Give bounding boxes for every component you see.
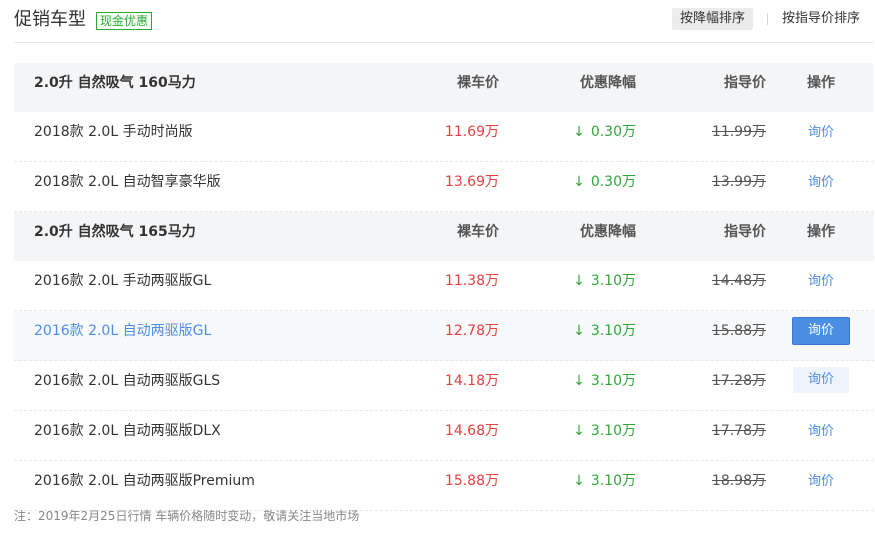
cash-discount-badge: 现金优惠 [96, 12, 153, 30]
discount-value: 3.10万 [590, 273, 636, 289]
sort-by-drop-button[interactable]: 按降幅排序 [672, 8, 754, 30]
column-header-drop: 优惠降幅 [580, 75, 636, 91]
discount-value: 0.30万 [590, 174, 636, 190]
price-disclaimer: 注：2019年2月25日行情 车辆价格随时变动，敬请关注当地市场 [14, 509, 360, 523]
table-row: 2016款 2.0L 自动两驱版Premium 15.88万 ↓ 3.10万 18… [14, 461, 874, 511]
table-row: 2016款 2.0L 手动两驱版GL 11.38万 ↓ 3.10万 14.48万 … [14, 261, 874, 311]
trim-name[interactable]: 2016款 2.0L 手动两驱版GL [34, 261, 211, 310]
inquiry-button[interactable]: 询价 [793, 367, 849, 393]
panel-title: 促销车型 [14, 9, 86, 30]
action-cell: 询价 [792, 361, 850, 410]
action-cell: 询价 [792, 411, 850, 460]
sort-by-guide-price-button[interactable]: 按指导价排序 [774, 8, 868, 30]
sale-price: 14.68万 [444, 423, 499, 439]
discount-value: 3.10万 [590, 373, 636, 389]
column-header-op: 操作 [807, 75, 835, 91]
arrow-down-icon: ↓ [573, 124, 585, 140]
guide-price: 17.78万 [711, 423, 766, 439]
trim-name[interactable]: 2016款 2.0L 自动两驱版GL [34, 311, 211, 360]
inquiry-link[interactable]: 询价 [808, 163, 834, 203]
column-header-guide: 指导价 [724, 75, 766, 91]
inquiry-link[interactable]: 询价 [808, 462, 834, 502]
discount-value: 3.10万 [590, 323, 636, 339]
sale-price: 12.78万 [444, 323, 499, 339]
table-row: 2016款 2.0L 自动两驱版GLS 14.18万 ↓ 3.10万 17.28万… [14, 361, 874, 411]
column-header-op: 操作 [807, 224, 835, 240]
discount-amount: ↓ 3.10万 [573, 261, 636, 310]
discount-value: 0.30万 [590, 124, 636, 140]
column-header-price: 裸车价 [457, 224, 499, 240]
guide-price: 17.28万 [711, 373, 766, 389]
arrow-down-icon: ↓ [573, 473, 585, 489]
sale-price: 13.69万 [444, 174, 499, 190]
arrow-down-icon: ↓ [573, 373, 585, 389]
guide-price: 13.99万 [711, 174, 766, 190]
sale-price: 11.69万 [444, 124, 499, 140]
guide-price: 18.98万 [711, 473, 766, 489]
trim-name[interactable]: 2018款 2.0L 手动时尚版 [34, 112, 193, 161]
discount-amount: ↓ 3.10万 [573, 461, 636, 510]
discount-amount: ↓ 3.10万 [573, 411, 636, 460]
sale-price: 14.18万 [444, 373, 499, 389]
arrow-down-icon: ↓ [573, 423, 585, 439]
table-row: 2016款 2.0L 自动两驱版DLX 14.68万 ↓ 3.10万 17.78万… [14, 411, 874, 461]
arrow-down-icon: ↓ [573, 273, 585, 289]
discount-amount: ↓ 0.30万 [573, 162, 636, 211]
trim-name[interactable]: 2016款 2.0L 自动两驱版DLX [34, 411, 221, 460]
trim-name[interactable]: 2018款 2.0L 自动智享豪华版 [34, 162, 221, 211]
promo-panel: 促销车型 现金优惠 按降幅排序 按指导价排序 2.0升 自然吸气 160马力 裸… [0, 0, 875, 534]
guide-price: 14.48万 [711, 273, 766, 289]
column-header-drop: 优惠降幅 [580, 224, 636, 240]
table-row: 2018款 2.0L 手动时尚版 11.69万 ↓ 0.30万 11.99万 询价 [14, 112, 874, 162]
column-header-price: 裸车价 [457, 75, 499, 91]
sale-price: 11.38万 [444, 273, 499, 289]
inquiry-link[interactable]: 询价 [808, 262, 834, 302]
action-cell: 询价 [792, 311, 850, 360]
arrow-down-icon: ↓ [573, 323, 585, 339]
discount-amount: ↓ 3.10万 [573, 311, 636, 360]
discount-amount: ↓ 0.30万 [573, 112, 636, 161]
price-table: 2.0升 自然吸气 160马力 裸车价 优惠降幅 指导价 操作 2018款 2.… [14, 63, 874, 511]
inquiry-button[interactable]: 询价 [792, 317, 850, 345]
group-title: 2.0升 自然吸气 165马力 [34, 224, 196, 240]
group-title: 2.0升 自然吸气 160马力 [34, 75, 196, 91]
column-header-guide: 指导价 [724, 224, 766, 240]
inquiry-link[interactable]: 询价 [808, 113, 834, 153]
sort-divider [767, 13, 768, 25]
guide-price: 15.88万 [711, 323, 766, 339]
arrow-down-icon: ↓ [573, 174, 585, 190]
action-cell: 询价 [792, 261, 850, 310]
action-cell: 询价 [792, 162, 850, 211]
guide-price: 11.99万 [711, 124, 766, 140]
inquiry-link[interactable]: 询价 [808, 412, 834, 452]
table-row: 2018款 2.0L 自动智享豪华版 13.69万 ↓ 0.30万 13.99万 … [14, 162, 874, 212]
action-cell: 询价 [792, 461, 850, 510]
table-row-hovered: 2016款 2.0L 自动两驱版GL 12.78万 ↓ 3.10万 15.88万 … [14, 311, 874, 361]
discount-amount: ↓ 3.10万 [573, 361, 636, 410]
trim-name[interactable]: 2016款 2.0L 自动两驱版Premium [34, 461, 255, 510]
trim-name[interactable]: 2016款 2.0L 自动两驱版GLS [34, 361, 220, 410]
discount-value: 3.10万 [590, 473, 636, 489]
sale-price: 15.88万 [444, 473, 499, 489]
action-cell: 询价 [792, 112, 850, 161]
group-header-row: 2.0升 自然吸气 165马力 裸车价 优惠降幅 指导价 操作 [14, 212, 874, 261]
discount-value: 3.10万 [590, 423, 636, 439]
panel-header: 促销车型 现金优惠 按降幅排序 按指导价排序 [14, 0, 874, 43]
group-header-row: 2.0升 自然吸气 160马力 裸车价 优惠降幅 指导价 操作 [14, 63, 874, 112]
